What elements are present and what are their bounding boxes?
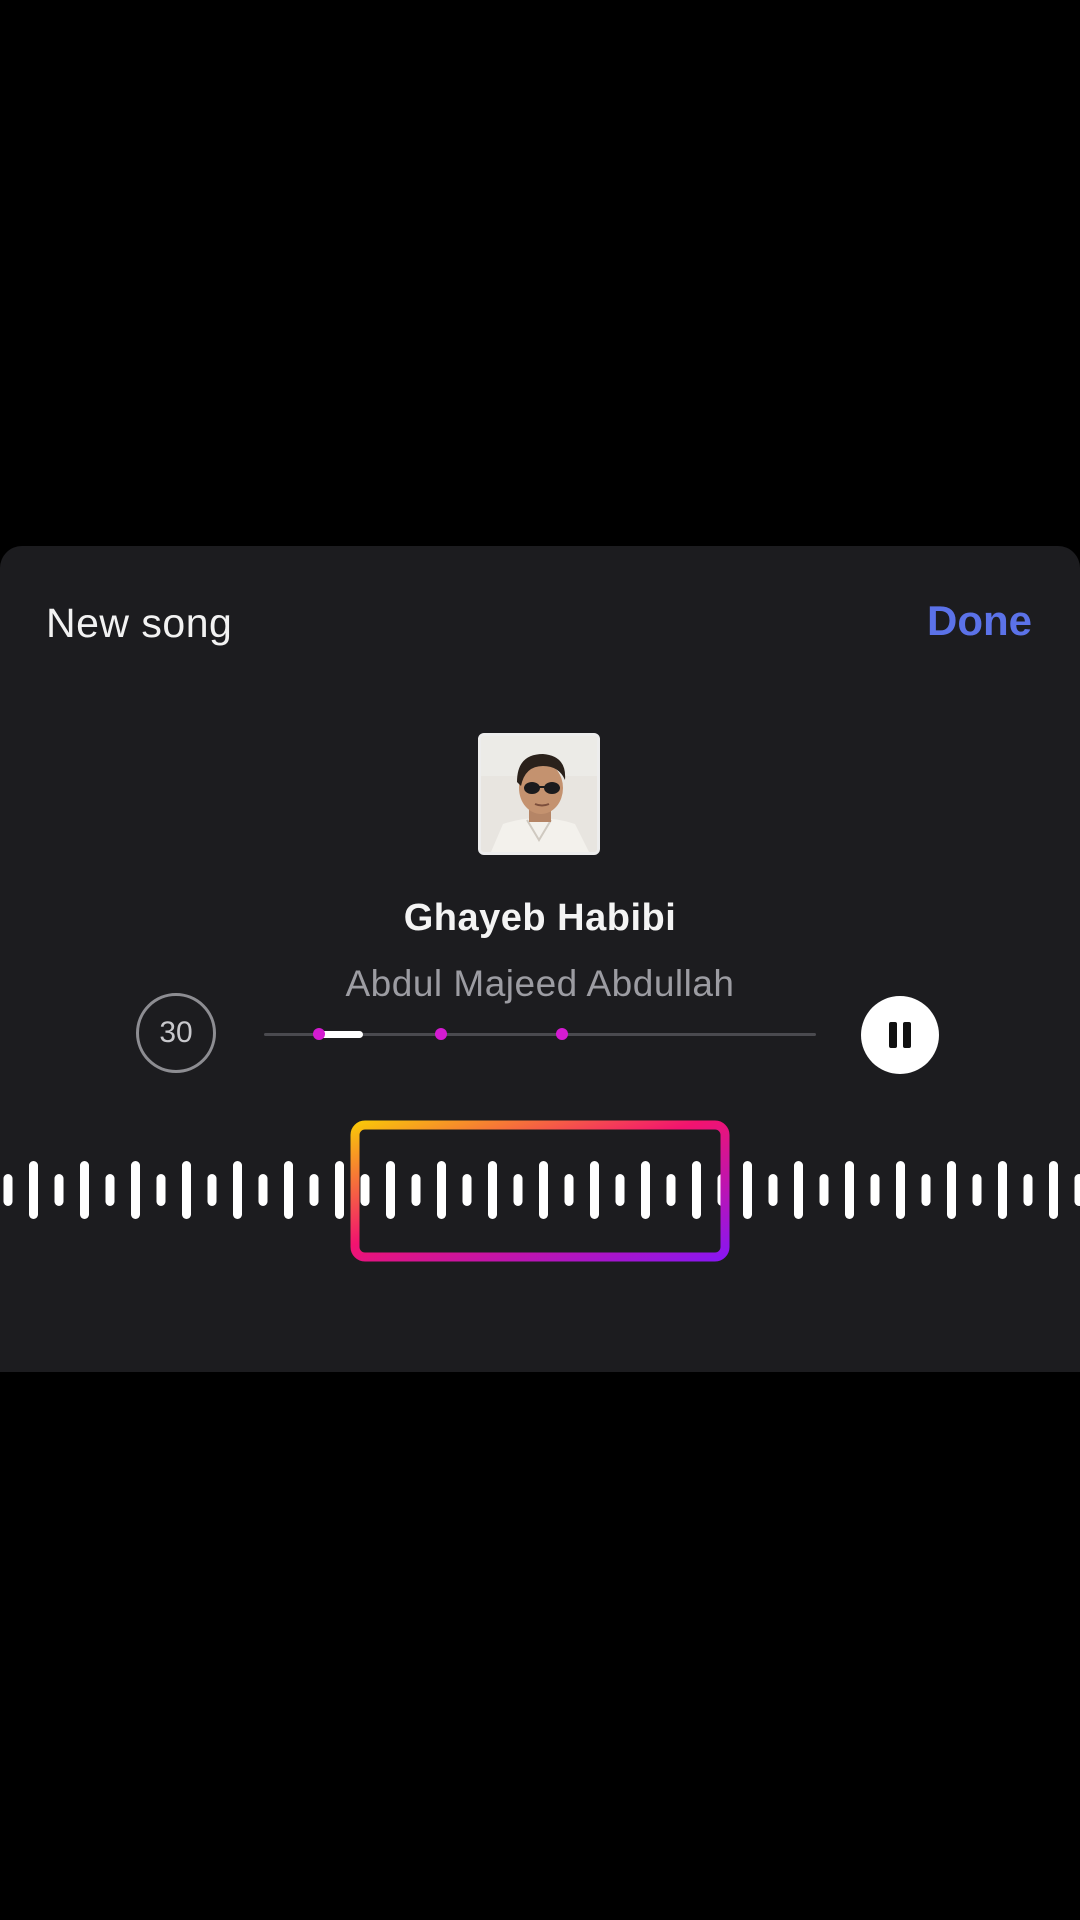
- waveform-bar: [1049, 1161, 1058, 1219]
- waveform-bar: [845, 1161, 854, 1219]
- waveform-bar: [768, 1174, 778, 1206]
- waveform-bar: [819, 1174, 829, 1206]
- done-button[interactable]: Done: [927, 597, 1032, 645]
- pause-icon: [886, 1022, 914, 1048]
- waveform-bar: [794, 1161, 803, 1219]
- waveform-bar: [972, 1174, 982, 1206]
- clip-duration-button[interactable]: 30: [136, 993, 216, 1073]
- pause-button[interactable]: [861, 996, 939, 1074]
- waveform-bar: [870, 1174, 880, 1206]
- waveform-bar: [947, 1161, 956, 1219]
- waveform-bar: [1074, 1174, 1080, 1206]
- waveform-bar: [80, 1161, 89, 1219]
- waveform-bar: [182, 1161, 191, 1219]
- waveform-bar: [29, 1161, 38, 1219]
- song-marker-2: [434, 1028, 447, 1040]
- waveform-bar: [309, 1174, 319, 1206]
- waveform-bar: [54, 1174, 64, 1206]
- sheet-title: New song: [46, 600, 233, 646]
- waveform-bar: [1023, 1174, 1033, 1206]
- song-marker-3: [556, 1028, 569, 1040]
- waveform-bar: [105, 1174, 115, 1206]
- waveform-bar: [335, 1161, 344, 1219]
- waveform-bar: [743, 1161, 752, 1219]
- album-artwork: [478, 733, 600, 855]
- waveform-bar: [233, 1161, 242, 1219]
- waveform-bar: [207, 1174, 217, 1206]
- waveform-bar: [131, 1161, 140, 1219]
- waveform-bar: [156, 1174, 166, 1206]
- song-title: Ghayeb Habibi: [403, 897, 677, 939]
- clip-duration-label: 30: [159, 1016, 193, 1049]
- song-position-fill: [319, 1031, 364, 1038]
- song-position-track[interactable]: [264, 1028, 816, 1040]
- waveform-bar: [998, 1161, 1007, 1219]
- waveform-bar: [258, 1174, 268, 1206]
- waveform-bar: [3, 1174, 13, 1206]
- waveform-bar: [921, 1174, 931, 1206]
- screen: New song Done Ghayeb Habibi Abdul Majeed…: [0, 0, 1080, 1920]
- waveform-bar: [896, 1161, 905, 1219]
- clip-selection-frame[interactable]: [350, 1120, 730, 1262]
- waveform-bar: [284, 1161, 293, 1219]
